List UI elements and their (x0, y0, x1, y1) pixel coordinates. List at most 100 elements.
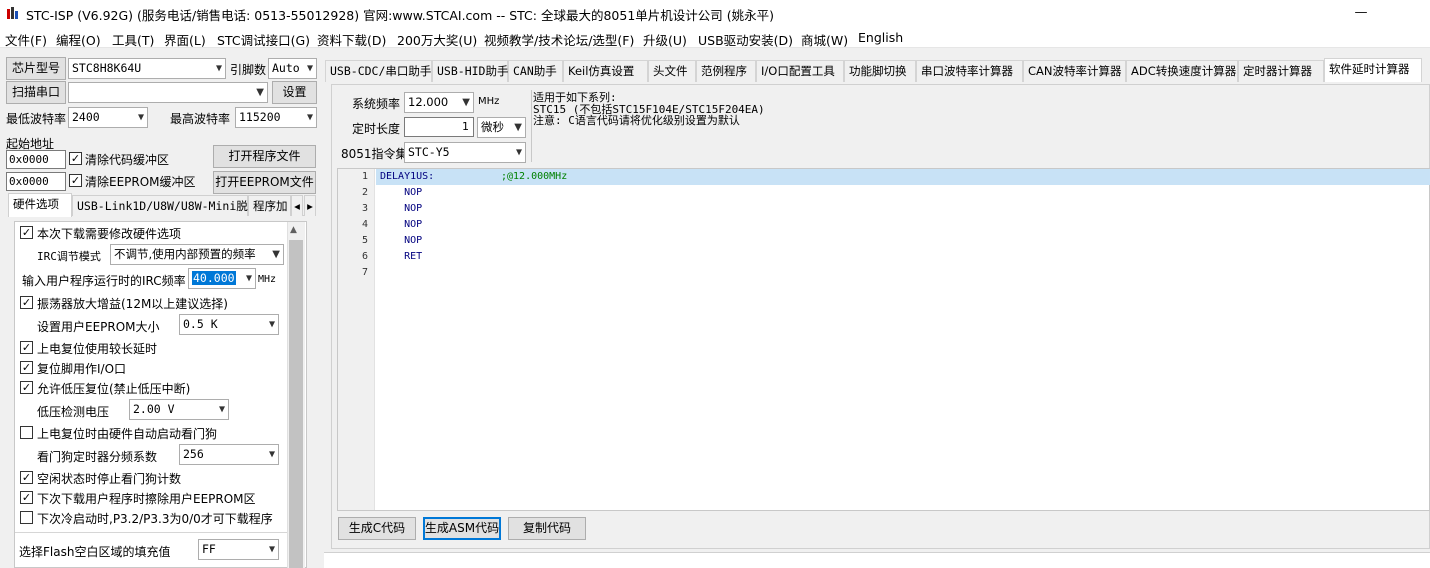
open-program-file-button[interactable]: 打开程序文件 (213, 145, 316, 168)
chevron-down-icon: ▼ (462, 97, 470, 108)
minimize-button[interactable]: — (1338, 0, 1384, 26)
low-voltage-reset-checkbox[interactable]: ✓ (20, 381, 33, 394)
irc-mode-select[interactable]: 不调节,使用内部预置的频率 ▼ (110, 244, 284, 265)
tab-scroll-left-button[interactable]: ◂ (291, 195, 303, 216)
tab-io-config[interactable]: I/O口配置工具 (756, 60, 844, 82)
menu-shop[interactable]: 商城(W) (801, 30, 848, 49)
open-eeprom-file-button[interactable]: 打开EEPROM文件 (213, 171, 316, 194)
wdt-prescaler-value: 256 (183, 447, 204, 461)
tab-keil-sim[interactable]: Keil仿真设置 (563, 60, 648, 82)
tab-usb-cdc[interactable]: USB-CDC/串口助手 (325, 60, 432, 82)
por-delay-label: 上电复位使用较长延时 (37, 342, 158, 356)
chevron-down-icon: ▼ (268, 449, 275, 460)
divider (15, 532, 287, 533)
tab-examples[interactable]: 范例程序 (696, 60, 756, 82)
generate-asm-code-button[interactable]: 生成ASM代码 (423, 517, 501, 540)
reset-pin-io-checkbox[interactable]: ✓ (20, 361, 33, 374)
clear-code-label: 清除代码缓冲区 (85, 153, 170, 167)
idle-stop-watchdog-checkbox[interactable]: ✓ (20, 471, 33, 484)
chevron-down-icon: ▼ (306, 112, 313, 123)
tab-pin-switch[interactable]: 功能脚切换 (844, 60, 916, 82)
menu-usb-driver[interactable]: USB驱动安装(D) (698, 30, 793, 49)
system-frequency-label: 系统频率 (352, 97, 401, 111)
tab-adc-speed-calc[interactable]: ADC转换速度计算器 (1126, 60, 1238, 82)
p32-p33-download-label: 下次冷启动时,P3.2/P3.3为0/0才可下载程序 (37, 512, 273, 526)
eeprom-size-select[interactable]: 0.5 K ▼ (179, 314, 279, 335)
p32-p33-download-checkbox[interactable] (20, 511, 33, 524)
copy-code-button[interactable]: 复制代码 (508, 517, 586, 540)
tab-header-files[interactable]: 头文件 (648, 60, 696, 82)
irc-mode-label: IRC调节模式 (37, 250, 101, 263)
menu-download[interactable]: 资料下载(D) (317, 30, 386, 49)
min-baud-label: 最低波特率 (6, 112, 67, 126)
stc-app-icon (6, 6, 20, 20)
chevron-down-icon: ▼ (268, 319, 275, 330)
flash-fill-value: FF (202, 542, 216, 556)
port-select[interactable]: ▼ (68, 82, 268, 103)
osc-gain-checkbox[interactable]: ✓ (20, 296, 33, 309)
line-number: 3 (361, 203, 368, 214)
code-line-label: DELAY1US: (380, 171, 435, 182)
tab-can-baud-calc[interactable]: CAN波特率计算器 (1023, 60, 1126, 82)
code-comment: ;@12.000MHz (501, 171, 568, 182)
clear-eeprom-checkbox[interactable]: ✓ (69, 174, 82, 187)
delay-unit-select[interactable]: 微秒 ▼ (477, 117, 526, 138)
pin-count-select[interactable]: Auto ▼ (268, 58, 317, 79)
por-delay-checkbox[interactable]: ✓ (20, 341, 33, 354)
auto-watchdog-label: 上电复位时由硬件自动启动看门狗 (37, 427, 218, 441)
code-line: NOP (380, 235, 423, 246)
tab-hardware-options[interactable]: 硬件选项 (8, 193, 72, 217)
code-line: NOP (380, 203, 423, 214)
code-editor[interactable] (337, 168, 1430, 511)
tab-timer-calc[interactable]: 定时器计算器 (1238, 60, 1324, 82)
tab-usb-hid[interactable]: USB-HID助手 (432, 60, 508, 82)
menu-english[interactable]: English (858, 30, 903, 45)
chip-model-select[interactable]: STC8H8K64U ▼ (68, 58, 226, 79)
chevron-down-icon: ▼ (215, 63, 222, 74)
system-frequency-select[interactable]: 12.000 ▼ (404, 92, 474, 113)
code-line: NOP (380, 219, 423, 230)
menu-debug[interactable]: STC调试接口(G) (217, 30, 310, 49)
tab-uart-baud-calc[interactable]: 串口波特率计算器 (916, 60, 1023, 82)
tab-usb-link[interactable]: USB-Link1D/U8W/U8W-Mini脱机 (72, 195, 259, 216)
eeprom-size-label: 设置用户EEPROM大小 (37, 320, 160, 334)
clear-code-checkbox[interactable]: ✓ (69, 152, 82, 165)
settings-button[interactable]: 设置 (272, 81, 317, 104)
menu-prize[interactable]: 200万大奖(U) (397, 30, 477, 49)
modify-hw-options-checkbox[interactable]: ✓ (20, 226, 33, 239)
pin-count-value: Auto (272, 61, 300, 75)
lvd-voltage-select[interactable]: 2.00 V ▼ (129, 399, 229, 420)
close-button[interactable] (1384, 0, 1430, 26)
tab-program-encrypt[interactable]: 程序加 (248, 195, 291, 216)
chevron-down-icon: ▼ (515, 147, 522, 158)
scroll-up-icon[interactable]: ▲ (290, 225, 297, 235)
wdt-prescaler-select[interactable]: 256 ▼ (179, 444, 279, 465)
scrollbar-thumb[interactable] (289, 240, 303, 568)
menu-upgrade[interactable]: 升级(U) (643, 30, 687, 49)
tab-scroll-right-button[interactable]: ▸ (304, 195, 316, 216)
menu-interface[interactable]: 界面(L) (164, 30, 206, 49)
instruction-set-select[interactable]: STC-Y5 ▼ (404, 142, 526, 163)
min-baud-select[interactable]: 2400 ▼ (68, 107, 148, 128)
lvd-voltage-label: 低压检测电压 (37, 405, 110, 419)
max-baud-select[interactable]: 115200 ▼ (235, 107, 317, 128)
menu-program[interactable]: 编程(O) (56, 30, 101, 49)
chip-model-value: STC8H8K64U (72, 61, 142, 75)
delay-length-input[interactable]: 1 (404, 117, 474, 137)
erase-eeprom-checkbox[interactable]: ✓ (20, 491, 33, 504)
flash-fill-select[interactable]: FF ▼ (198, 539, 279, 560)
tab-can-helper[interactable]: CAN助手 (508, 60, 563, 82)
chip-model-button[interactable]: 芯片型号 (6, 57, 66, 80)
menu-file[interactable]: 文件(F) (5, 30, 47, 49)
code-address-input[interactable]: 0x0000 (6, 150, 66, 169)
scan-port-button[interactable]: 扫描串口 (6, 81, 66, 104)
menu-video[interactable]: 视频教学/技术论坛/选型(F) (484, 30, 634, 49)
auto-watchdog-checkbox[interactable] (20, 426, 33, 439)
code-line: RET (380, 251, 423, 262)
generate-c-code-button[interactable]: 生成C代码 (338, 517, 416, 540)
tab-delay-calc[interactable]: 软件延时计算器 (1324, 58, 1422, 82)
eeprom-address-input[interactable]: 0x0000 (6, 172, 66, 191)
menu-tools[interactable]: 工具(T) (112, 30, 154, 49)
eeprom-size-value: 0.5 K (183, 317, 218, 331)
irc-frequency-select[interactable]: 40.000 ▼ (188, 268, 256, 289)
